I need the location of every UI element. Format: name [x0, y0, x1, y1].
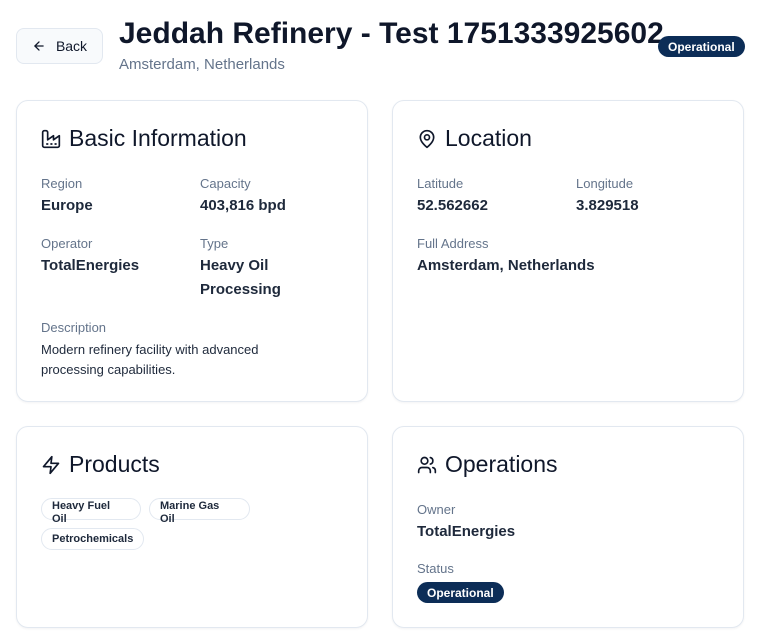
product-chip-line1: Heavy Fuel	[52, 500, 111, 512]
users-icon	[417, 456, 437, 473]
operator-value: TotalEnergies	[41, 257, 140, 274]
product-chip-line2: Oil	[52, 513, 67, 525]
map-pin-icon	[419, 129, 435, 148]
latitude-value: 52.562662	[417, 197, 488, 214]
basic-information-title: Basic Information	[69, 125, 247, 151]
owner-field: Owner TotalEnergies	[417, 501, 515, 544]
factory-icon	[41, 129, 61, 148]
region-value: Europe	[41, 197, 93, 214]
location-title: Location	[445, 125, 532, 151]
product-chip: Heavy Fuel Oil	[41, 498, 141, 525]
description-field: Description Modern refinery facility wit…	[41, 319, 301, 380]
product-chip-line1: Petrochemicals	[52, 532, 134, 545]
region-field: Region Europe	[41, 175, 93, 218]
longitude-value: 3.829518	[576, 197, 639, 214]
status-field: Status Operational	[417, 560, 504, 603]
product-chip: Petrochemicals	[41, 528, 145, 550]
location-card: Location Latitude 52.562662 Longitude 3.…	[392, 100, 744, 402]
capacity-field: Capacity 403,816 bpd	[200, 175, 286, 218]
address-label: Full Address	[417, 236, 489, 251]
capacity-value: 403,816 bpd	[200, 197, 286, 214]
status-badge: Operational	[658, 36, 745, 57]
latitude-field: Latitude 52.562662	[417, 175, 488, 218]
type-label: Type	[200, 236, 229, 251]
description-label: Description	[41, 320, 107, 335]
operator-field: Operator TotalEnergies	[41, 235, 139, 278]
page-header: Back Jeddah Refinery - Test 175133392560…	[0, 0, 760, 90]
product-chip-line2: Oil	[160, 513, 175, 525]
operator-label: Operator	[41, 236, 93, 251]
capacity-label: Capacity	[200, 176, 251, 191]
page-subtitle: Amsterdam, Netherlands	[119, 56, 285, 73]
basic-information-card: Basic Information Region Europe Capacity…	[16, 100, 368, 402]
back-button-label: Back	[55, 38, 88, 54]
products-card: Products Heavy Fuel Oil Marine Gas Oil P…	[16, 426, 368, 628]
owner-value: TotalEnergies	[417, 523, 516, 540]
operations-status-badge: Operational	[417, 582, 504, 603]
back-button[interactable]: Back	[16, 28, 103, 64]
operations-card: Operations Owner TotalEnergies Status Op…	[392, 426, 744, 628]
page-title: Jeddah Refinery - Test 1751333925602	[119, 17, 664, 50]
longitude-field: Longitude 3.829518	[576, 175, 639, 218]
products-title: Products	[69, 451, 160, 477]
location-heading: Location	[417, 125, 532, 152]
status-label: Status	[417, 561, 454, 576]
address-value: Amsterdam, Netherlands	[417, 257, 595, 274]
longitude-label: Longitude	[576, 176, 634, 191]
product-chip: Marine Gas Oil	[149, 498, 250, 525]
type-field: Type Heavy Oil Processing	[200, 235, 281, 302]
operations-title: Operations	[445, 451, 558, 477]
description-line1: Modern refinery facility with advanced	[41, 342, 259, 357]
description-line2: processing capabilities.	[41, 362, 176, 377]
operations-heading: Operations	[417, 451, 558, 478]
products-heading: Products	[41, 451, 160, 478]
product-chip-line1: Marine Gas	[160, 500, 220, 512]
basic-information-heading: Basic Information	[41, 125, 247, 152]
owner-label: Owner	[417, 502, 456, 517]
zap-icon	[42, 455, 60, 474]
region-label: Region	[41, 176, 83, 191]
type-value-line2: Processing	[200, 281, 281, 298]
arrow-left-icon	[34, 41, 44, 51]
address-field: Full Address Amsterdam, Netherlands	[417, 235, 595, 278]
latitude-label: Latitude	[417, 176, 464, 191]
type-value-line1: Heavy Oil	[200, 257, 269, 274]
